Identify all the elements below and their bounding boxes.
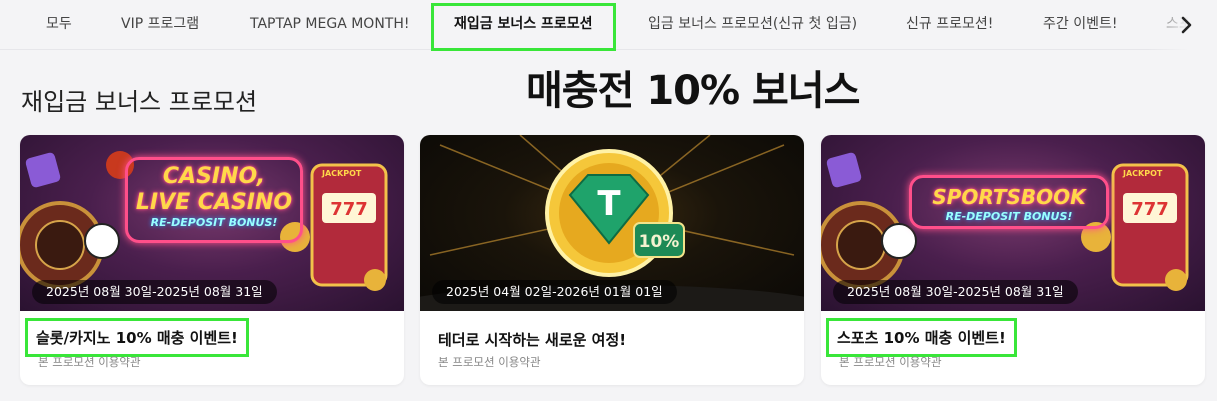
tab-deposit-bonus-new[interactable]: 입금 보너스 프로모션(신규 첫 입금) — [648, 0, 857, 50]
date-range-badge: 2025년 08월 30일-2025년 08월 31일 — [32, 280, 277, 304]
jackpot-sign: JACKPOT — [322, 169, 362, 178]
overlay-heading: 매충전 10% 보너스 — [526, 68, 860, 114]
promo-card-casino[interactable]: 777 JACKPOT CASINO, LIVE CASINO RE-DEPOS… — [20, 135, 404, 385]
tab-weekly-event[interactable]: 주간 이벤트! — [1043, 0, 1117, 50]
tether-glyph: T — [597, 184, 621, 224]
svg-text:777: 777 — [330, 199, 368, 220]
promo-title[interactable]: 슬롯/카지노 10% 매충 이벤트! — [25, 318, 249, 357]
promo-tab-bar: 모두 VIP 프로그램 TAPTAP MEGA MONTH! 재입금 보너스 프… — [0, 0, 1217, 51]
promo-card-tether[interactable]: T 10% 2025년 04월 02일-2026년 01월 01일 테더로 시작… — [420, 135, 804, 385]
tab-new-promotion[interactable]: 신규 프로모션! — [906, 0, 993, 50]
promo-title[interactable]: 스포츠 10% 매충 이벤트! — [826, 318, 1017, 357]
percent-badge-text: 10% — [639, 232, 680, 252]
tab-taptap-mega-month[interactable]: TAPTAP MEGA MONTH! — [250, 0, 409, 50]
neon-sign-casino: CASINO, LIVE CASINO RE-DEPOSIT BONUS! — [125, 157, 303, 243]
terms-link[interactable]: 본 프로모션 이용약관 — [438, 354, 541, 370]
tab-vip-program[interactable]: VIP 프로그램 — [121, 0, 199, 50]
promo-card-sports[interactable]: 777 JACKPOT SPORTSBOOK RE-DEPOSIT BONUS!… — [821, 135, 1205, 385]
terms-link[interactable]: 본 프로모션 이용약관 — [38, 354, 141, 370]
slot-machine-icon — [310, 163, 388, 287]
chevron-right-icon[interactable] — [1175, 14, 1197, 36]
dice-icon — [826, 152, 862, 188]
neon-sign-sports: SPORTSBOOK RE-DEPOSIT BONUS! — [909, 175, 1109, 229]
date-range-badge: 2025년 08월 30일-2025년 08월 31일 — [833, 280, 1078, 304]
soccer-ball-icon — [881, 223, 917, 259]
promo-banner-casino[interactable]: 777 JACKPOT CASINO, LIVE CASINO RE-DEPOS… — [20, 135, 404, 311]
jackpot-sign: JACKPOT — [1123, 169, 1163, 178]
soccer-ball-icon — [84, 223, 120, 259]
date-range-badge: 2025년 04월 02일-2026년 01월 01일 — [432, 280, 677, 304]
promo-title[interactable]: 테더로 시작하는 새로운 여정! — [438, 329, 626, 350]
tab-all[interactable]: 모두 — [46, 0, 72, 50]
svg-text:777: 777 — [1131, 199, 1169, 220]
terms-link[interactable]: 본 프로모션 이용약관 — [839, 354, 942, 370]
dice-icon — [25, 152, 61, 188]
tab-redeposit-bonus[interactable]: 재입금 보너스 프로모션 — [431, 3, 616, 51]
slot-machine-icon — [1111, 163, 1189, 287]
section-title: 재입금 보너스 프로모션 — [21, 88, 258, 116]
promo-banner-sports[interactable]: 777 JACKPOT SPORTSBOOK RE-DEPOSIT BONUS!… — [821, 135, 1205, 311]
promo-banner-tether[interactable]: T 10% 2025년 04월 02일-2026년 01월 01일 — [420, 135, 804, 311]
